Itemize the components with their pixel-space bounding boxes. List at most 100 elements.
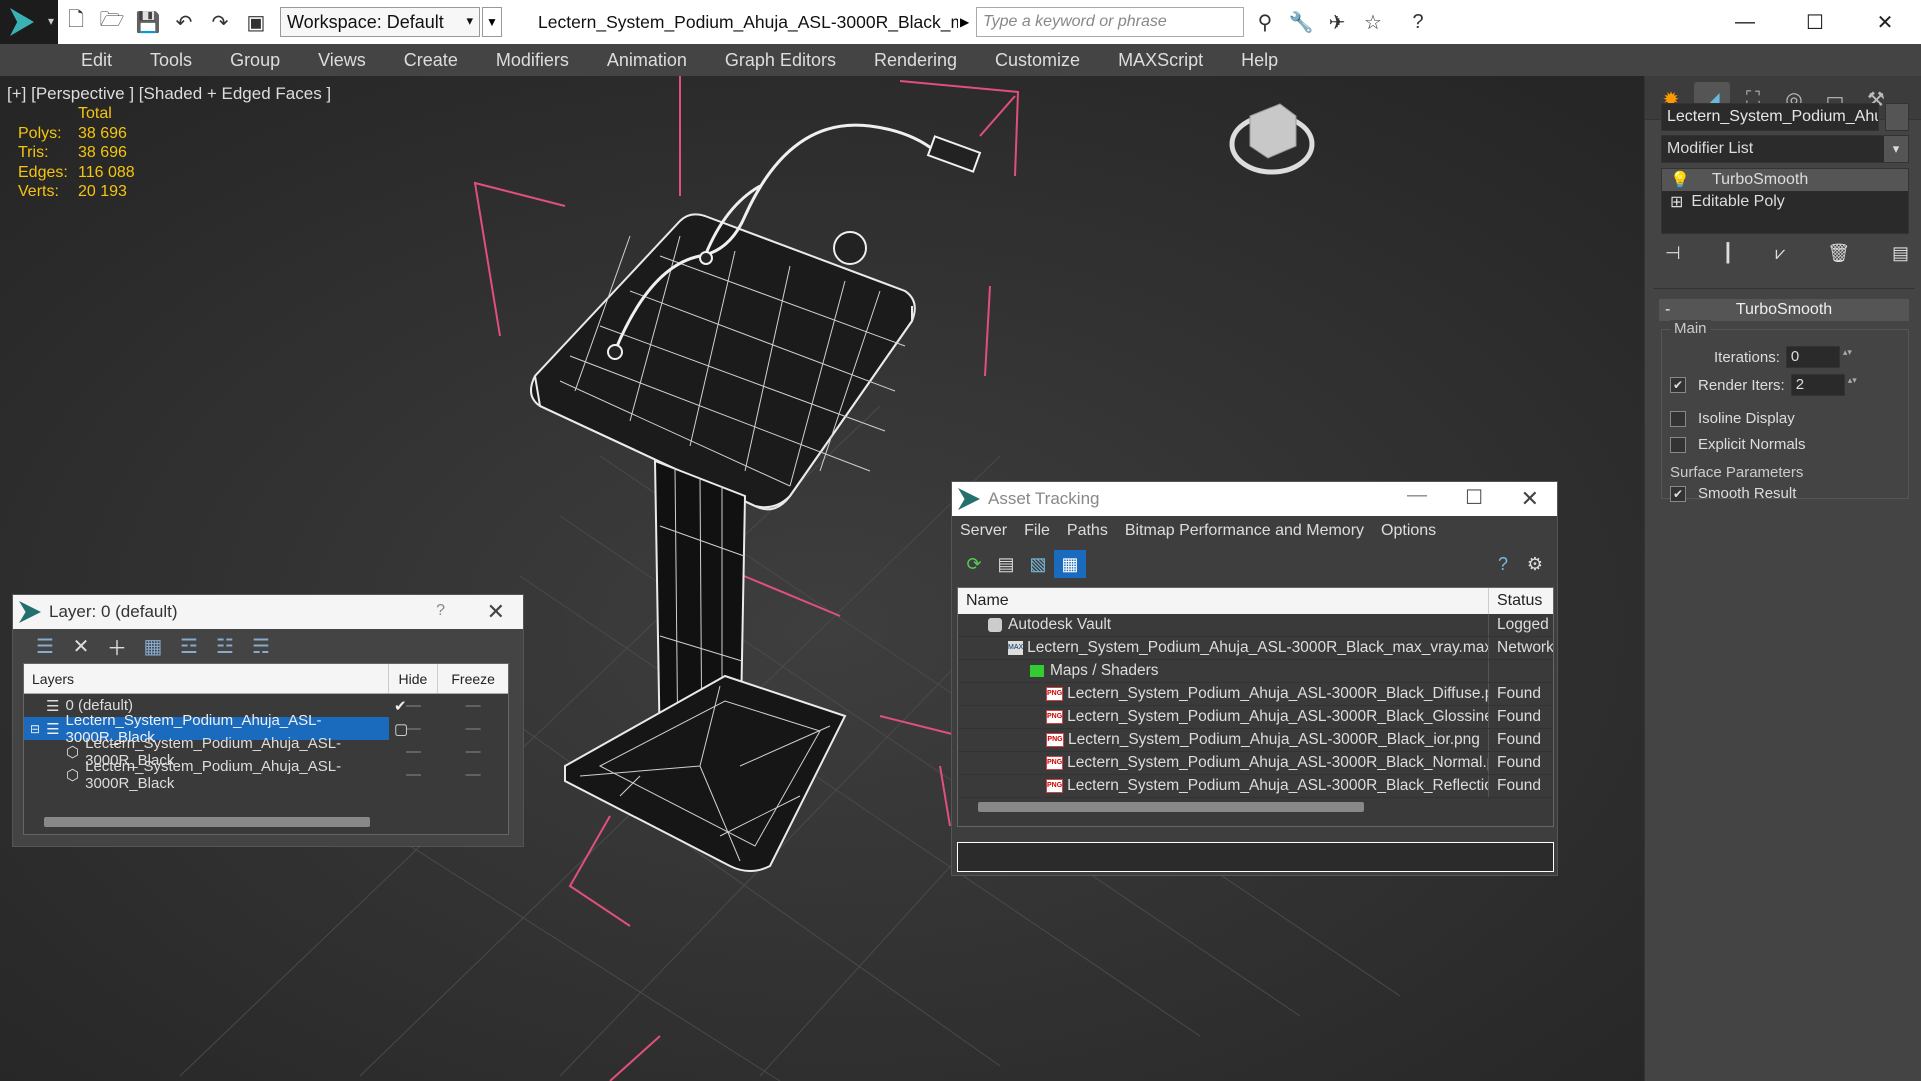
col-name[interactable]: Name [958,588,1489,614]
create-layer-icon[interactable]: ☰ [27,631,63,661]
menu-animation[interactable]: Animation [607,50,687,71]
project-folder-icon[interactable]: ▣ [241,7,271,37]
tools-icon[interactable]: 🔧 [1286,7,1316,37]
help-icon[interactable]: ? [1403,7,1433,37]
save-icon[interactable]: 💾 [133,7,163,37]
freeze-toggle[interactable]: — [438,720,508,737]
menu-file[interactable]: File [1024,522,1050,540]
add-to-layer-icon[interactable]: ＋ [99,631,135,661]
menu-edit[interactable]: Edit [81,50,112,71]
menu-help[interactable]: Help [1241,50,1278,71]
help-icon[interactable]: ? [436,602,445,620]
refresh-icon[interactable]: ⟳ [958,550,990,578]
expand-plus-icon[interactable]: ⊞ [1670,192,1683,212]
minimize-button[interactable]: — [1710,0,1780,44]
freeze-all-icon[interactable]: ☴ [243,631,279,661]
app-menu-logo-icon[interactable] [0,0,58,44]
redo-icon[interactable]: ↷ [205,7,235,37]
rollout-header[interactable]: - TurboSmooth [1659,299,1909,321]
select-objects-icon[interactable]: ▦ [135,631,171,661]
menu-paths[interactable]: Paths [1067,522,1108,540]
menu-views[interactable]: Views [318,50,366,71]
asset-row[interactable]: PNG Lectern_System_Podium_Ahuja_ASL-3000R… [958,775,1553,798]
highlight-layer-icon[interactable]: ☲ [171,631,207,661]
horizontal-scrollbar[interactable] [978,802,1364,812]
exchange-icon[interactable]: ✈ [1322,7,1352,37]
asset-row[interactable]: Autodesk Vault Logged ( [958,614,1553,637]
menu-modifiers[interactable]: Modifiers [496,50,569,71]
render-iters-checkbox[interactable]: ✔ [1670,377,1686,393]
table-view-icon[interactable]: ▦ [1054,550,1086,578]
asset-row[interactable]: PNG Lectern_System_Podium_Ahuja_ASL-3000R… [958,752,1553,775]
show-end-result-icon[interactable]: ┃ [1723,243,1734,264]
make-unique-icon[interactable]: ⩗ [1775,243,1785,264]
col-hide[interactable]: Hide [389,664,439,693]
close-icon[interactable]: ✕ [1521,486,1539,512]
favorites-star-icon[interactable]: ☆ [1358,7,1388,37]
explicit-normals-checkbox[interactable] [1670,436,1686,453]
thumbnail-view-icon[interactable]: ▧ [1022,550,1054,578]
asset-row[interactable]: MAX Lectern_System_Podium_Ahuja_ASL-3000R… [958,637,1553,660]
close-icon[interactable]: ✕ [487,599,505,625]
list-view-icon[interactable]: ▤ [990,550,1022,578]
open-file-icon[interactable]: 🗁 [97,7,127,37]
close-button[interactable]: ✕ [1850,0,1920,44]
menu-tools[interactable]: Tools [150,50,192,71]
isoline-checkbox[interactable] [1670,410,1686,427]
hide-toggle[interactable]: — [389,743,439,760]
smooth-result-checkbox[interactable]: ✔ [1670,485,1686,502]
horizontal-scrollbar[interactable] [44,817,370,827]
layer-dialog-titlebar[interactable]: Layer: 0 (default) ? ✕ [13,595,523,629]
stack-item-turbosmooth[interactable]: 💡 TurboSmooth [1662,169,1908,191]
asset-row[interactable]: PNG Lectern_System_Podium_Ahuja_ASL-3000R… [958,729,1553,752]
object-name-field[interactable]: Lectern_System_Podium_Ahuja [1661,103,1879,131]
minimize-icon[interactable]: — [1407,484,1427,507]
maximize-icon[interactable]: ☐ [1465,485,1483,510]
maximize-button[interactable]: ☐ [1780,0,1850,44]
asset-row[interactable]: PNG Lectern_System_Podium_Ahuja_ASL-3000R… [958,683,1553,706]
menu-options[interactable]: Options [1381,522,1436,540]
col-status[interactable]: Status [1489,592,1542,610]
menu-group[interactable]: Group [230,50,280,71]
viewport-label[interactable]: [+] [Perspective ] [Shaded + Edged Faces… [7,84,331,104]
undo-icon[interactable]: ↶ [169,7,199,37]
pin-stack-icon[interactable]: ⊣ [1665,243,1681,264]
freeze-toggle[interactable]: — [438,697,508,714]
hide-toggle[interactable]: — [389,766,439,783]
menu-customize[interactable]: Customize [995,50,1080,71]
hide-all-icon[interactable]: ☳ [207,631,243,661]
object-color-swatch[interactable] [1885,103,1909,131]
settings-help-icon[interactable]: ⚙ [1519,550,1551,578]
layer-row[interactable]: ⬡ Lectern_System_Podium_Ahuja_ASL-3000R_B… [24,758,508,792]
search-input[interactable]: Type a keyword or phrase [976,7,1244,37]
col-freeze[interactable]: Freeze [438,664,508,693]
collapse-icon[interactable]: ⊟ [30,722,40,736]
asset-status-field[interactable] [957,842,1554,872]
lightbulb-icon[interactable]: 💡 [1670,170,1690,190]
modifier-list-dropdown[interactable]: Modifier List [1661,135,1909,163]
binoculars-icon[interactable]: ⚲ [1250,7,1280,37]
asset-row[interactable]: Maps / Shaders [958,660,1553,683]
menu-server[interactable]: Server [960,522,1007,540]
asset-row[interactable]: PNG Lectern_System_Podium_Ahuja_ASL-3000R… [958,706,1553,729]
workspace-dropdown[interactable]: Workspace: Default [280,7,480,37]
menu-maxscript[interactable]: MAXScript [1118,50,1203,71]
help-icon[interactable]: ? [1487,550,1519,578]
iterations-spinner[interactable]: 0 [1785,346,1853,368]
expand-arrow-icon[interactable]: ▶ [960,15,972,29]
configure-sets-icon[interactable]: ▤ [1892,243,1909,264]
col-layers[interactable]: Layers [24,664,389,693]
new-file-icon[interactable]: 🗋 [61,7,91,37]
menu-create[interactable]: Create [404,50,458,71]
stack-item-editable-poly[interactable]: ⊞ Editable Poly [1662,191,1908,213]
menu-rendering[interactable]: Rendering [874,50,957,71]
menu-graph-editors[interactable]: Graph Editors [725,50,836,71]
freeze-toggle[interactable]: — [438,743,508,760]
remove-modifier-icon[interactable]: 🗑 [1827,243,1850,264]
freeze-toggle[interactable]: — [438,766,508,783]
menu-bitmap-performance[interactable]: Bitmap Performance and Memory [1125,522,1364,540]
asset-dialog-titlebar[interactable]: Asset Tracking — ☐ ✕ [952,482,1557,516]
delete-layer-icon[interactable]: ✕ [63,631,99,661]
render-iters-spinner[interactable]: 2 [1790,374,1858,396]
quick-access-dropdown[interactable]: ▼ [482,7,502,37]
